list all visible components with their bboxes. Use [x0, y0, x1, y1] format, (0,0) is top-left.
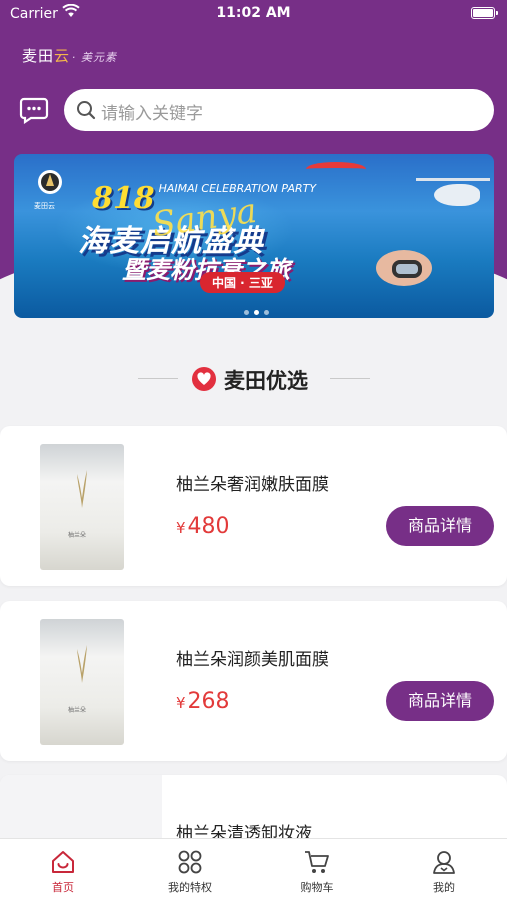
search-input[interactable]: 请输入关键字: [64, 89, 494, 131]
plant-logo-icon: [77, 645, 87, 683]
pagination-dot[interactable]: [244, 310, 249, 315]
plant-logo-icon: [77, 470, 87, 508]
pack-label: 柚兰朵: [68, 532, 87, 539]
home-icon: [52, 851, 74, 873]
tab-label: 我的特权: [168, 881, 212, 894]
currency-symbol: ¥: [176, 519, 186, 537]
message-icon[interactable]: [19, 96, 49, 124]
helicopter-graphic: [434, 184, 480, 206]
bottom-tab-bar: 首页 我的特权 购物车 我的: [0, 838, 507, 900]
tab-cart[interactable]: 购物车: [254, 839, 380, 900]
search-placeholder: 请输入关键字: [101, 104, 203, 124]
product-price: ¥268: [176, 689, 230, 714]
banner-logo-text: 麦田云: [34, 202, 55, 210]
tab-home[interactable]: 首页: [0, 839, 126, 900]
banner-logo-icon: [38, 170, 62, 194]
product-name[interactable]: 柚兰朵奢润嫩肤面膜: [176, 470, 329, 495]
pagination-dot-active[interactable]: [254, 310, 259, 315]
brand-main: 麦田: [22, 47, 55, 65]
tab-privileges[interactable]: 我的特权: [127, 839, 253, 900]
grid-icon: [178, 850, 202, 874]
tab-profile[interactable]: 我的: [381, 839, 507, 900]
status-bar: Carrier 11:02 AM: [0, 0, 507, 28]
status-time: 11:02 AM: [216, 5, 291, 21]
user-icon: [433, 851, 455, 874]
product-detail-button[interactable]: 商品详情: [386, 681, 494, 721]
currency-symbol: ¥: [176, 694, 186, 712]
product-detail-button[interactable]: 商品详情: [386, 506, 494, 546]
product-image: 柚兰朵: [40, 444, 124, 570]
diver-mask-graphic: [392, 260, 422, 278]
product-card[interactable]: 柚兰朵 柚兰朵润颜美肌面膜 ¥268 商品详情: [0, 601, 507, 761]
product-price: ¥480: [176, 514, 230, 539]
battery-icon: [471, 7, 498, 19]
price-value: 268: [187, 689, 230, 714]
cart-icon: [305, 851, 329, 873]
heart-icon: [192, 367, 216, 391]
divider: [330, 378, 370, 379]
brand-logo: 麦田云 · 美元素: [22, 45, 117, 66]
section-title: 麦田优选: [224, 369, 308, 393]
banner-pagination: [244, 300, 274, 318]
pack-label: 柚兰朵: [68, 707, 87, 714]
product-card[interactable]: 柚兰朵 柚兰朵奢润嫩肤面膜 ¥480 商品详情: [0, 426, 507, 586]
pagination-dot[interactable]: [264, 310, 269, 315]
section-header: 麦田优选: [0, 362, 507, 396]
banner-number: 818: [92, 181, 155, 216]
brand-accent: 云: [54, 47, 71, 65]
search-icon: [77, 101, 96, 120]
divider: [138, 378, 178, 379]
tab-label: 首页: [52, 881, 74, 894]
price-value: 480: [187, 514, 230, 539]
helicopter-rotor: [416, 178, 490, 181]
paraglider-graphic: [306, 162, 366, 176]
banner-location-tag: 中国 · 三亚: [200, 272, 285, 293]
product-name[interactable]: 柚兰朵润颜美肌面膜: [176, 645, 329, 670]
tab-label: 我的: [433, 881, 455, 894]
promo-banner[interactable]: 麦田云 818 HAIMAI CELEBRATION PARTY 海麦启航盛典 S…: [14, 154, 494, 318]
tab-label: 购物车: [300, 881, 334, 894]
brand-sub: · 美元素: [72, 51, 118, 64]
product-image: 柚兰朵: [40, 619, 124, 745]
